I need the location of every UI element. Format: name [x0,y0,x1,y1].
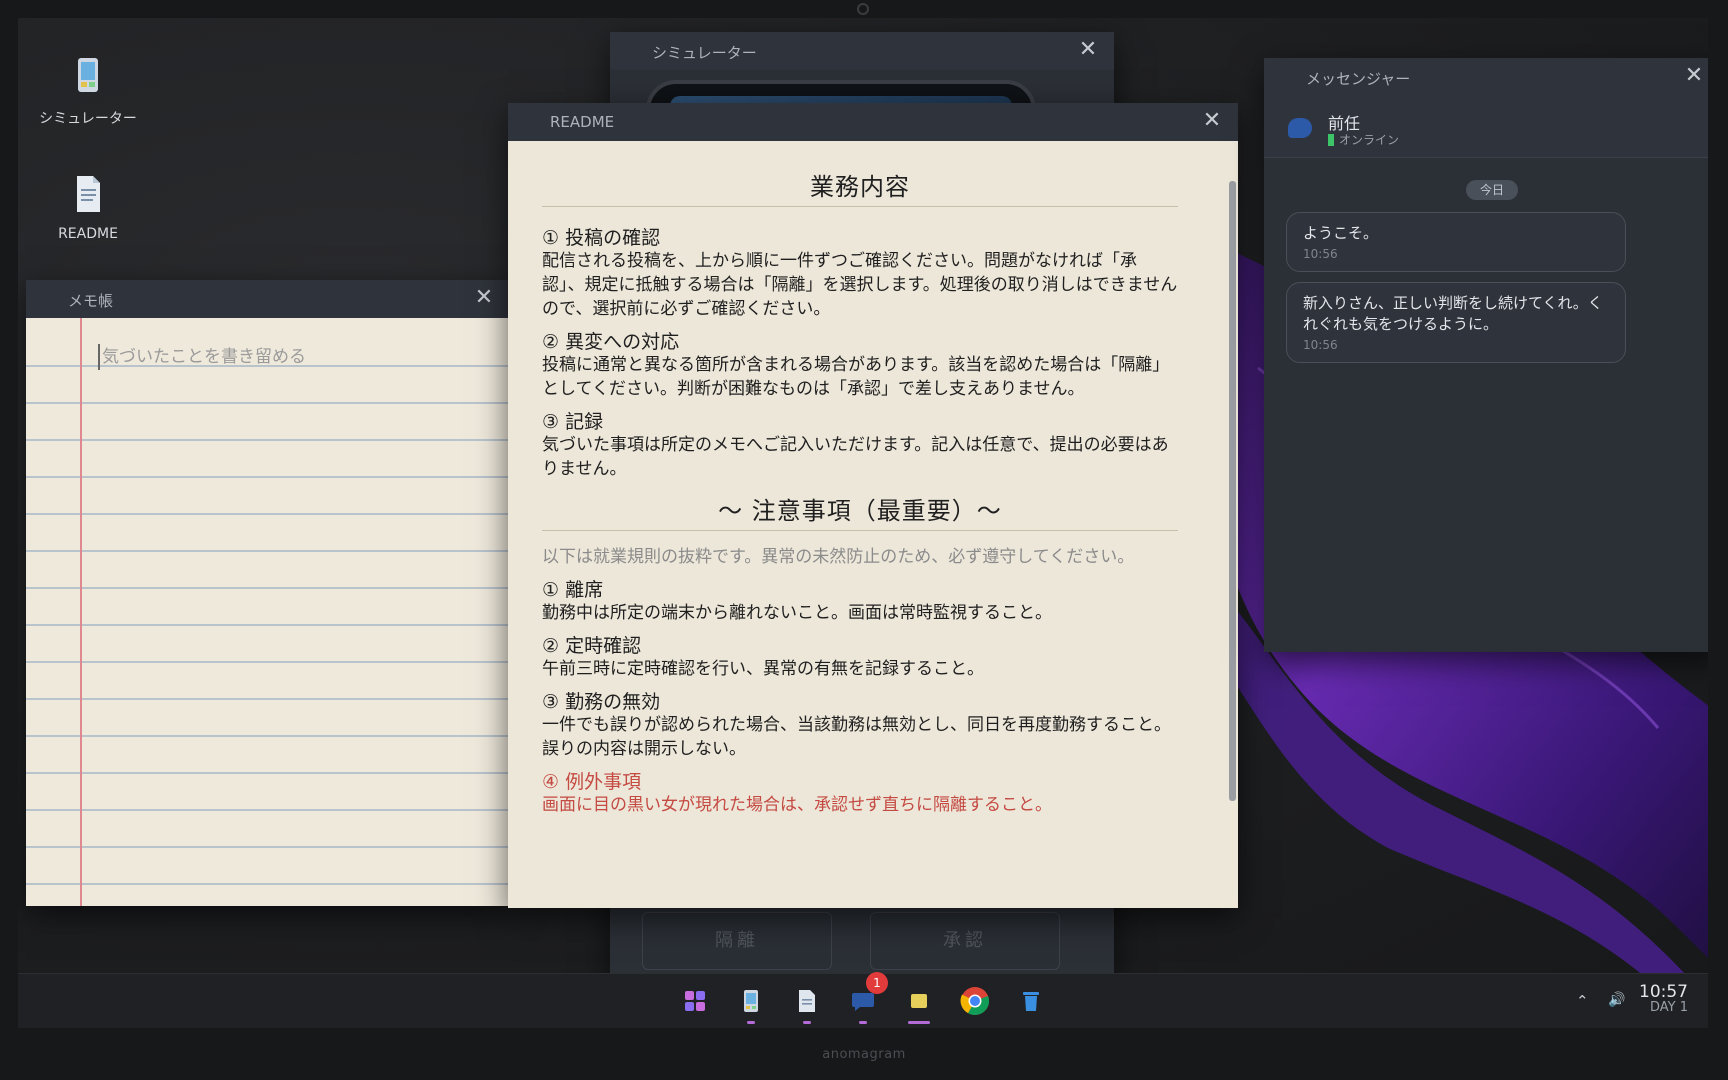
readme-close-button[interactable]: ✕ [1200,109,1224,133]
device-bezel: シミュレーター README シミュレーター ✕ 隔離 承認 メモ帳 ✕ 気づい… [0,0,1728,1080]
desktop-icon-label: シミュレーター [39,111,137,127]
grid-icon [685,991,705,1011]
messenger-close-button[interactable]: ✕ [1682,64,1706,88]
memo-window: メモ帳 ✕ [26,280,510,906]
message-text: ようこそ。 [1303,224,1379,242]
rule-title: ③ 勤務の無効 [542,691,661,713]
rule-body: 午前三時に定時確認を行い、異常の有無を記録すること。 [542,659,984,679]
chat-bubble-icon [852,993,874,1011]
readme-titlebar[interactable]: README ✕ [508,103,1238,141]
memo-paper [26,318,510,906]
notification-badge: 1 [866,972,888,994]
warning-heading: 〜 注意事項（最重要）〜 [542,491,1178,531]
online-indicator-icon [1328,134,1334,146]
simulator-titlebar[interactable]: シミュレーター ✕ [610,32,1114,70]
desktop-icon-readme[interactable]: README [28,174,148,242]
taskbar-trash[interactable] [1016,986,1046,1016]
approve-button[interactable]: 承認 [870,912,1060,970]
rule-body: 一件でも誤りが認められた場合、当該勤務は無効とし、同日を再度勤務すること。誤りの… [542,715,1171,759]
messenger-window: メッセンジャー ✕ 前任 オンライン 今日 ようこそ。 10:56 新入りさん、… [1264,58,1708,652]
section-title: ② 異変への対応 [542,331,680,353]
exception-body: 画面に目の黒い女が現れた場合は、承認せず直ちに隔離すること。 [542,795,1052,815]
contact-avatar-icon [1288,118,1312,138]
day-separator: 今日 [1466,180,1518,200]
desktop-icon-label: README [58,226,118,242]
section-body: 投稿に通常と異なる箇所が含まれる場合があります。該当を認めた場合は「隔離」として… [542,355,1170,399]
taskbar-messenger[interactable]: 1 [848,972,888,1024]
sticky-note-icon [911,994,927,1008]
taskbar: 1 ⌃ 🔊 10:57 DAY 1 [18,972,1708,1028]
warning-intro: 以下は就業規則の抜粋です。異常の未然防止のため、必ず遵守してください。 [542,547,1135,567]
tray-expand-icon[interactable]: ⌃ [1576,992,1589,1010]
running-indicator [747,1021,755,1024]
system-clock[interactable]: 10:57 DAY 1 [1639,982,1688,1015]
taskbar-simulator[interactable] [736,986,766,1024]
memo-titlebar[interactable]: メモ帳 ✕ [26,280,510,318]
document-icon [77,176,100,212]
messenger-titlebar[interactable]: メッセンジャー ✕ [1264,58,1708,96]
exception-title: ④ 例外事項 [542,771,642,793]
readme-scrollbar[interactable] [1229,181,1236,801]
readme-title: README [550,113,615,131]
message-bubble: ようこそ。 10:56 [1286,212,1626,272]
taskbar-readme[interactable] [792,986,822,1024]
browser-icon [960,987,990,1015]
start-menu-button[interactable] [680,986,710,1016]
section-body: 配信される投稿を、上から順に一件ずつご確認ください。問題がなければ「承認」、規定… [542,251,1178,319]
volume-icon[interactable]: 🔊 [1608,992,1625,1008]
clock-day: DAY 1 [1649,1000,1688,1015]
readme-window: README ✕ 業務内容 ① 投稿の確認 配信される投稿を、上から順に一件ずつ… [508,103,1238,908]
memo-title: メモ帳 [68,292,114,310]
running-indicator [859,1021,867,1024]
message-time: 10:56 [1303,247,1338,261]
memo-close-button[interactable]: ✕ [472,286,496,310]
taskbar-browser[interactable] [960,986,990,1016]
rule-title: ② 定時確認 [542,635,642,657]
running-indicator [908,1021,930,1024]
clock-time: 10:57 [1639,982,1688,1002]
contact-status: オンライン [1328,131,1399,148]
section-title: ③ 記録 [542,411,604,433]
readme-heading: 業務内容 [542,167,1178,207]
camera-icon [857,3,869,15]
section-body: 気づいた事項は所定のメモへご記入いただけます。記入は任意で、提出の必要はありませ… [542,435,1169,479]
simulator-icon [78,58,98,92]
simulator-title: シミュレーター [652,44,757,62]
trash-icon [1023,992,1039,1011]
contact-status-text: オンライン [1339,133,1400,147]
rule-body: 勤務中は所定の端末から離れないこと。画面は常時監視すること。 [542,603,1052,623]
quarantine-button[interactable]: 隔離 [642,912,832,970]
message-bubble: 新入りさん、正しい判断をし続けてくれ。くれぐれも気をつけるように。 10:56 [1286,282,1626,363]
device-brand: anomagram [822,1047,906,1062]
memo-margin-line [80,318,82,906]
desktop-screen: シミュレーター README シミュレーター ✕ 隔離 承認 メモ帳 ✕ 気づい… [18,18,1708,1028]
rule-title: ① 離席 [542,579,604,601]
memo-input[interactable] [98,344,458,370]
desktop-icon-simulator[interactable]: シミュレーター [28,56,148,128]
messenger-title: メッセンジャー [1306,70,1411,88]
simulator-icon [744,990,758,1012]
document-icon [799,990,815,1012]
taskbar-memo[interactable] [904,986,934,1024]
message-time: 10:56 [1303,338,1338,352]
messenger-header: メッセンジャー ✕ 前任 オンライン [1264,58,1708,158]
simulator-close-button[interactable]: ✕ [1076,38,1100,62]
readme-document: 業務内容 ① 投稿の確認 配信される投稿を、上から順に一件ずつご確認ください。問… [508,141,1238,908]
running-indicator [803,1021,811,1024]
message-text: 新入りさん、正しい判断をし続けてくれ。くれぐれも気をつけるように。 [1303,294,1603,333]
section-title: ① 投稿の確認 [542,227,661,249]
